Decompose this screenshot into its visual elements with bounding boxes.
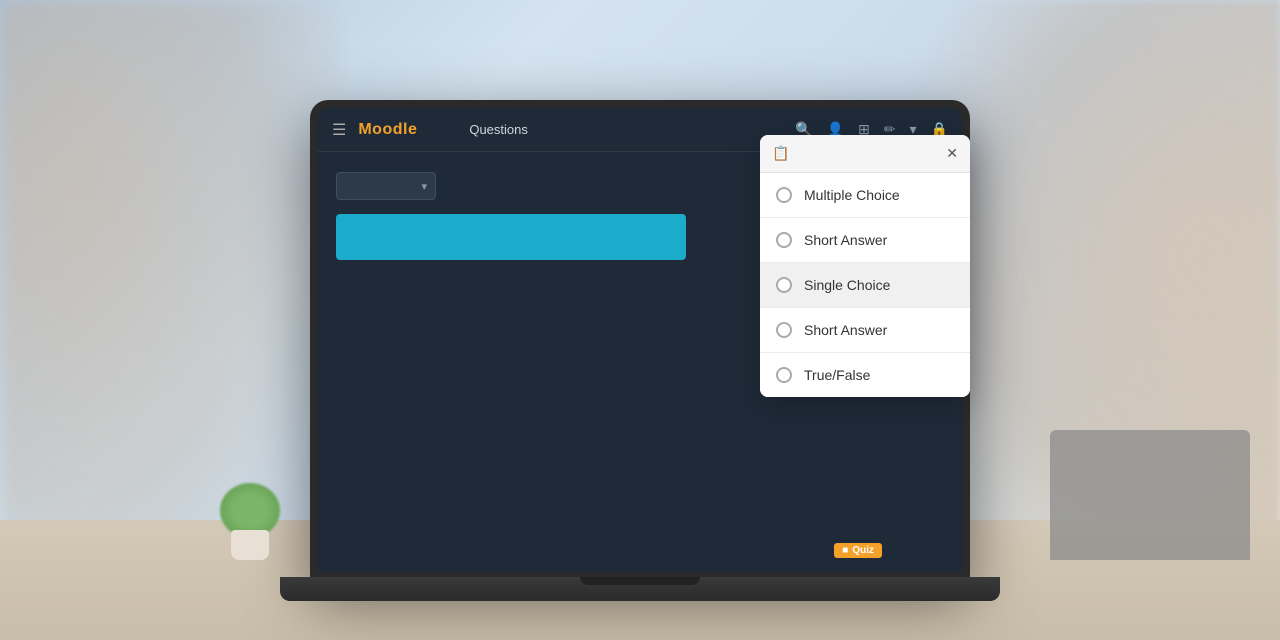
laptop-notch <box>580 577 700 585</box>
popup-close-button[interactable]: ✕ <box>946 145 958 162</box>
option-short-answer-2-label: Short Answer <box>804 322 887 338</box>
option-single-choice[interactable]: Single Choice <box>760 263 970 308</box>
radio-short-answer-2 <box>776 322 792 338</box>
dropdown-arrow-icon: ▾ <box>421 180 427 193</box>
popup-header: 📋 ✕ <box>760 135 970 173</box>
hamburger-icon[interactable]: ☰ <box>332 120 346 140</box>
quiz-badge: ■ Quiz <box>834 543 882 558</box>
question-bar <box>336 214 686 260</box>
option-short-answer-1[interactable]: Short Answer <box>760 218 970 263</box>
radio-multiple-choice <box>776 187 792 203</box>
radio-single-choice <box>776 277 792 293</box>
option-true-false-label: True/False <box>804 367 870 383</box>
quiz-badge-label: Quiz <box>852 545 874 556</box>
quiz-badge-icon: ■ <box>842 545 848 556</box>
radio-true-false <box>776 367 792 383</box>
option-true-false[interactable]: True/False <box>760 353 970 397</box>
nav-title[interactable]: Questions <box>469 122 528 137</box>
question-type-popup: 📋 ✕ Multiple Choice Short Answer Single … <box>760 135 970 397</box>
option-single-choice-label: Single Choice <box>804 277 890 293</box>
radio-short-answer-1 <box>776 232 792 248</box>
plant-pot <box>231 530 269 560</box>
moodle-logo: Moodle <box>358 121 417 139</box>
popup-calendar-icon: 📋 <box>772 145 789 162</box>
option-multiple-choice[interactable]: Multiple Choice <box>760 173 970 218</box>
option-multiple-choice-label: Multiple Choice <box>804 187 900 203</box>
option-short-answer-2[interactable]: Short Answer <box>760 308 970 353</box>
laptop-base <box>280 577 1000 601</box>
option-short-answer-1-label: Short Answer <box>804 232 887 248</box>
category-dropdown[interactable]: ▾ <box>336 172 436 200</box>
plant <box>220 483 280 560</box>
right-laptop <box>1050 430 1250 560</box>
right-laptop-screen <box>1050 430 1250 560</box>
